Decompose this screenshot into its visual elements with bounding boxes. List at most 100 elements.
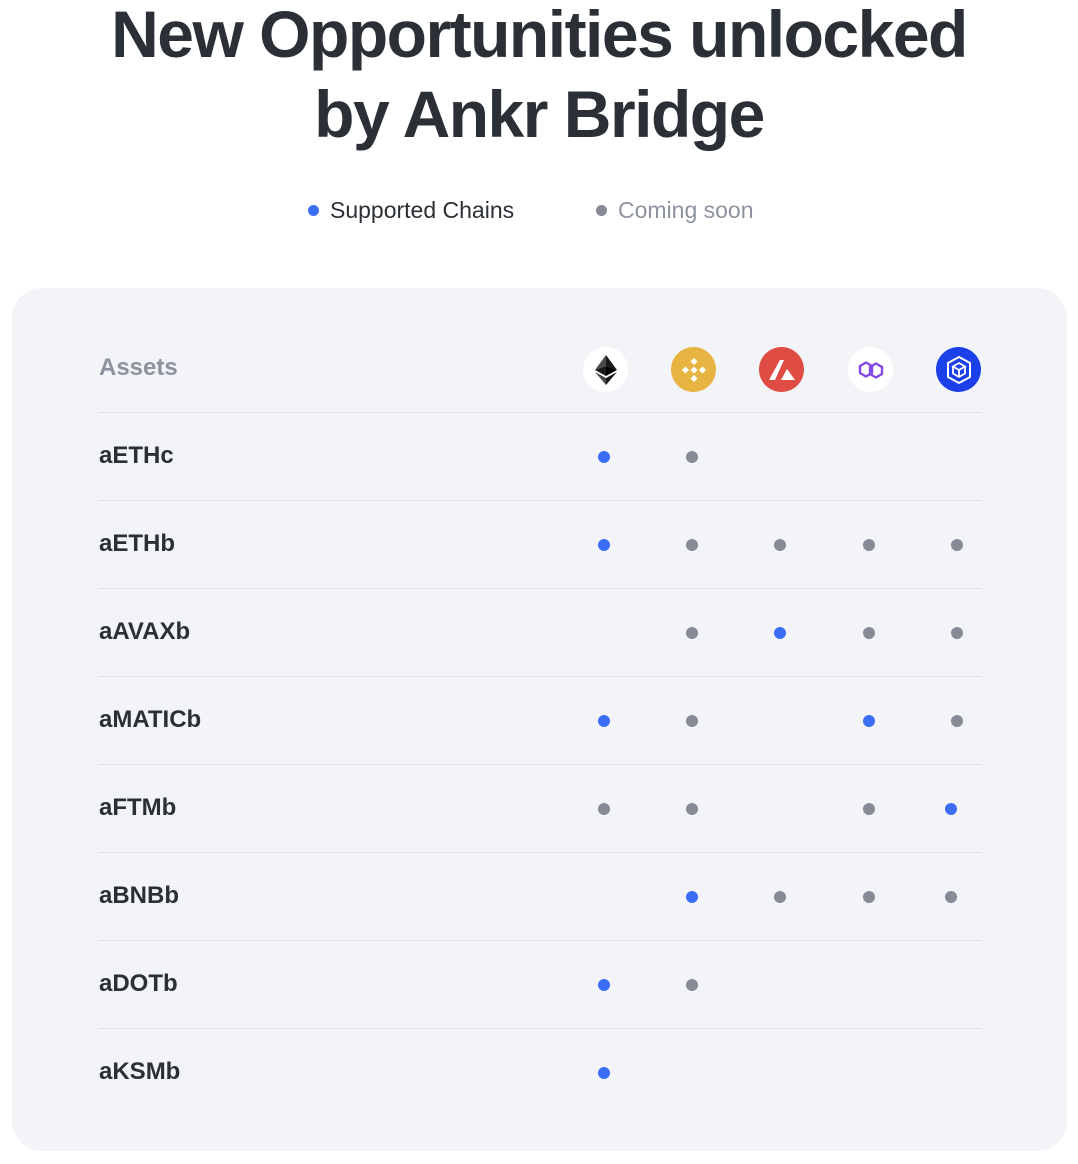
status-cell-bnb	[672, 413, 712, 501]
ethereum-icon	[583, 347, 628, 392]
status-cell-matic	[849, 941, 889, 1029]
legend: Supported Chains Coming soon	[0, 194, 1078, 226]
coming-soon-dot-icon	[951, 627, 963, 639]
coming-soon-dot-icon	[863, 803, 875, 815]
status-cell-avax	[760, 589, 800, 677]
status-cell-bnb	[672, 941, 712, 1029]
status-cell-avax	[760, 413, 800, 501]
status-cell-eth	[584, 765, 624, 853]
supported-dot-icon	[598, 1067, 610, 1079]
status-cell-avax	[760, 677, 800, 765]
asset-name: aETHb	[99, 530, 176, 557]
status-cell-ftm	[931, 853, 971, 941]
table-row: aBNBb	[98, 853, 982, 941]
status-cell-ftm	[931, 941, 971, 1029]
status-cell-ftm	[937, 413, 977, 501]
status-cell-bnb	[672, 853, 712, 941]
supported-dot-icon	[598, 979, 610, 991]
status-cell-avax	[760, 941, 800, 1029]
asset-name: aMATICb	[99, 706, 202, 733]
status-cell-ftm	[931, 1029, 971, 1117]
asset-name: aDOTb	[99, 970, 178, 997]
table-row: aETHb	[98, 501, 982, 589]
asset-name: aBNBb	[99, 882, 180, 909]
supported-dot-icon	[598, 715, 610, 727]
status-cell-eth	[584, 941, 624, 1029]
status-cell-avax	[760, 765, 800, 853]
status-cell-matic	[849, 501, 889, 589]
asset-name: aAVAXb	[99, 618, 191, 645]
assets-table-card: Assets aETHc aETHb aAVAXb aMATICb aFTMb …	[12, 288, 1067, 1151]
legend-supported: Supported Chains	[308, 194, 514, 226]
supported-dot-icon	[774, 627, 786, 639]
status-cell-bnb	[672, 589, 712, 677]
status-cell-ftm	[937, 501, 977, 589]
status-cell-eth	[584, 677, 624, 765]
status-cell-avax	[760, 853, 800, 941]
status-cell-matic	[849, 853, 889, 941]
coming-soon-dot-icon	[598, 803, 610, 815]
coming-soon-dot-icon	[951, 715, 963, 727]
asset-name: aKSMb	[99, 1058, 181, 1085]
status-cell-ftm	[931, 765, 971, 853]
status-cell-eth	[584, 1029, 624, 1117]
coming-soon-dot-icon	[774, 539, 786, 551]
coming-soon-dot-icon	[686, 451, 698, 463]
coming-soon-dot-icon	[863, 539, 875, 551]
coming-soon-dot-icon	[774, 891, 786, 903]
table-row: aKSMb	[98, 1029, 982, 1117]
table-row: aMATICb	[98, 677, 982, 765]
coming-soon-dot-icon	[686, 803, 698, 815]
supported-dot-icon	[598, 451, 610, 463]
supported-dot-icon	[598, 539, 610, 551]
status-cell-matic	[849, 589, 889, 677]
table-header: Assets	[12, 288, 1067, 412]
supported-dot-icon	[945, 803, 957, 815]
table-row: aFTMb	[98, 765, 982, 853]
coming-soon-dot-icon	[686, 627, 698, 639]
table-row: aAVAXb	[98, 589, 982, 677]
coming-soon-dot-icon	[686, 539, 698, 551]
coming-soon-dot-icon	[945, 891, 957, 903]
legend-coming-soon: Coming soon	[596, 194, 754, 226]
table-row: aDOTb	[98, 941, 982, 1029]
coming-soon-dot-icon	[686, 979, 698, 991]
status-cell-avax	[760, 501, 800, 589]
asset-name: aFTMb	[99, 794, 177, 821]
page-title-line-1: New Opportunities unlocked	[111, 0, 968, 71]
status-cell-ftm	[937, 677, 977, 765]
status-cell-bnb	[672, 1029, 712, 1117]
table-row: aETHc	[98, 413, 982, 501]
coming-soon-dot-icon	[686, 715, 698, 727]
status-cell-eth	[584, 589, 624, 677]
coming-soon-dot-icon	[863, 891, 875, 903]
supported-dot-icon	[686, 891, 698, 903]
status-cell-avax	[760, 1029, 800, 1117]
polygon-icon	[848, 347, 893, 392]
status-cell-matic	[849, 413, 889, 501]
status-cell-matic	[849, 765, 889, 853]
page-title-line-2: by Ankr Bridge	[314, 77, 765, 151]
status-cell-bnb	[672, 501, 712, 589]
status-cell-eth	[584, 413, 624, 501]
coming-soon-dot-icon	[596, 204, 607, 216]
legend-coming-soon-label: Coming soon	[618, 196, 754, 223]
coming-soon-dot-icon	[951, 539, 963, 551]
status-cell-ftm	[937, 589, 977, 677]
fantom-icon	[936, 347, 981, 392]
status-cell-bnb	[672, 677, 712, 765]
avalanche-icon	[759, 347, 804, 392]
asset-name: aETHc	[99, 442, 174, 469]
supported-dot-icon	[863, 715, 875, 727]
assets-header: Assets	[99, 354, 178, 381]
page-title: New Opportunities unlocked by Ankr Bridg…	[0, 0, 1078, 154]
legend-supported-label: Supported Chains	[330, 196, 515, 223]
coming-soon-dot-icon	[863, 627, 875, 639]
status-cell-matic	[849, 1029, 889, 1117]
binance-icon	[671, 347, 716, 392]
status-cell-eth	[584, 501, 624, 589]
supported-dot-icon	[308, 204, 319, 216]
status-cell-bnb	[672, 765, 712, 853]
status-cell-eth	[584, 853, 624, 941]
status-cell-matic	[849, 677, 889, 765]
